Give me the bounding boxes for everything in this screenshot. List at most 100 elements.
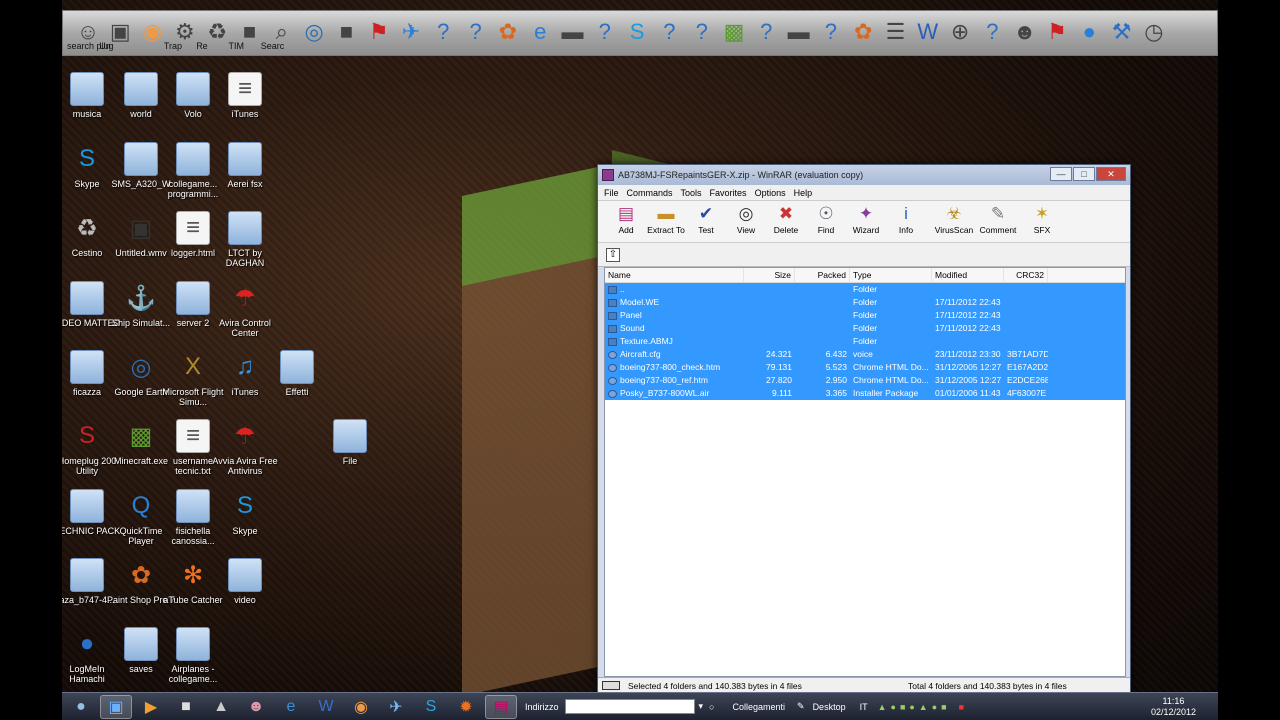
chrome-task-icon[interactable]: ◉	[345, 695, 377, 719]
ie-task-icon[interactable]: e	[275, 695, 307, 719]
dock-search-icon[interactable]: ⌕ Searc	[261, 15, 297, 51]
dock-red-flag-icon[interactable]: ⚑	[1042, 15, 1072, 49]
dock-question-icon[interactable]: ?	[590, 15, 620, 49]
language-indicator[interactable]: IT	[860, 702, 868, 712]
file-modified-cell: 31/12/2005 12:27	[935, 375, 1002, 385]
airplane-task-icon[interactable]: ✈	[380, 695, 412, 719]
desktop-icon-itunes[interactable]: ≡ iTunes	[210, 72, 280, 119]
menu-file[interactable]: File	[604, 188, 619, 198]
file-row[interactable]: Texture.ABMJ Folder	[605, 335, 1125, 348]
view-button[interactable]: ◎ View	[726, 203, 766, 235]
col-type[interactable]: Type	[850, 268, 932, 282]
go-icon[interactable]: ○	[709, 702, 714, 712]
links-label[interactable]: Collegamenti	[732, 702, 785, 712]
close-button[interactable]: ✕	[1096, 167, 1126, 181]
media-task-icon[interactable]: ▶	[135, 695, 167, 719]
file-row[interactable]: Model.WE Folder 17/11/2012 22:43	[605, 296, 1125, 309]
desktop-toolbar-icon[interactable]: ✎	[797, 701, 805, 712]
dock-word-icon[interactable]: W	[913, 15, 943, 49]
menu-favorites[interactable]: Favorites	[710, 188, 747, 198]
wizard-button[interactable]: ✦ Wizard	[846, 203, 886, 235]
dock-question-icon[interactable]: ?	[751, 15, 781, 49]
desktop-icon-file[interactable]: File	[315, 419, 385, 466]
dock-question-icon[interactable]: ?	[428, 15, 458, 49]
file-row[interactable]: Sound Folder 17/11/2012 22:43	[605, 322, 1125, 335]
title-bar[interactable]: AB738MJ-FSRepaintsGER-X.zip - WinRAR (ev…	[598, 165, 1130, 185]
dock-airplane-icon[interactable]: ✈	[396, 15, 426, 49]
clock[interactable]: 11:16 02/12/2012	[1151, 696, 1196, 718]
address-input[interactable]	[564, 699, 695, 714]
desktop-icon-aerei-fsx[interactable]: Aerei fsx	[210, 142, 280, 189]
comment-button[interactable]: ✎ Comment	[976, 203, 1020, 235]
dock-palette-icon[interactable]: ✿	[848, 15, 878, 49]
file-row[interactable]: .. Folder	[605, 283, 1125, 296]
dock-google-earth-icon[interactable]: ◎	[299, 15, 329, 49]
dock-minecraft-icon[interactable]: ▩	[719, 15, 749, 49]
dock-palette-icon[interactable]: ✿	[493, 15, 523, 49]
col-crc32[interactable]: CRC32	[1004, 268, 1048, 282]
dock-skype-icon[interactable]: S	[622, 15, 652, 49]
dock-person-icon[interactable]: ☻	[1010, 15, 1040, 49]
skype-task-icon[interactable]: S	[415, 695, 447, 719]
dock-monitor-icon[interactable]: ▣ Un	[99, 15, 135, 51]
menu-tools[interactable]: Tools	[681, 188, 702, 198]
dock-ie-icon[interactable]: e	[525, 15, 555, 49]
col-packed[interactable]: Packed	[795, 268, 850, 282]
dock-document-icon[interactable]: ☰	[881, 15, 911, 49]
extract-to-button[interactable]: ▬ Extract To	[646, 203, 686, 235]
desktop-icon-effetti[interactable]: Effetti	[262, 350, 332, 397]
dock-question-icon[interactable]: ?	[654, 15, 684, 49]
desktop-icon-skype[interactable]: S Skype	[210, 489, 280, 536]
desktop-icon-avvia-avira-free-antivirus[interactable]: ☂ Avvia Avira Free Antivirus	[210, 419, 280, 477]
dock-wrench-icon[interactable]: ⚒	[1107, 15, 1137, 49]
tray-icons[interactable]: ▲●■●▲●■	[878, 702, 951, 712]
col-modified[interactable]: Modified	[932, 268, 1004, 282]
file-row[interactable]: boeing737-800_ref.htm 27.820 2.950 Chrome H…	[605, 374, 1125, 387]
file-row[interactable]: boeing737-800_check.htm 79.131 5.523 Chrome…	[605, 361, 1125, 374]
add-button[interactable]: ▤ Add	[606, 203, 646, 235]
delete-button[interactable]: ✖ Delete	[766, 203, 806, 235]
dock-question-icon[interactable]: ?	[461, 15, 491, 49]
info-button[interactable]: i Info	[886, 203, 926, 235]
dock-ie-globe-icon[interactable]: ●	[1074, 15, 1104, 49]
sfx-button[interactable]: ✶ SFX	[1020, 203, 1064, 235]
dock-globe-icon[interactable]: ⊕	[945, 15, 975, 49]
menu-help[interactable]: Help	[794, 188, 813, 198]
desktop-label[interactable]: Desktop	[813, 702, 846, 712]
up-folder-icon[interactable]: ⇧	[606, 247, 620, 262]
start-button[interactable]: ●	[65, 695, 97, 719]
minimize-button[interactable]: —	[1050, 167, 1072, 181]
find-button[interactable]: ☉ Find	[806, 203, 846, 235]
desktop-icon-ltct-by-daghan[interactable]: LTCT by DAGHAN	[210, 211, 280, 268]
word-task-icon[interactable]: W	[310, 695, 342, 719]
finder-task-icon[interactable]: ▣	[100, 694, 132, 719]
winrar-task-icon[interactable]: ▤	[485, 694, 517, 719]
maximize-button[interactable]: □	[1073, 167, 1095, 181]
menu-options[interactable]: Options	[755, 188, 786, 198]
virusscan-button[interactable]: ☣ VirusScan	[932, 203, 976, 235]
dock-question-icon[interactable]: ?	[816, 15, 846, 49]
dock-folder-icon[interactable]: ▬	[784, 15, 814, 49]
person-task-icon[interactable]: ☻	[240, 695, 272, 719]
desktop-icon-airplanes-collegame[interactable]: Airplanes - collegame...	[158, 627, 228, 684]
dock-red-flag-icon[interactable]: ⚑	[364, 15, 394, 49]
col-size[interactable]: Size	[744, 268, 795, 282]
desktop-icon-avira-control-center[interactable]: ☂ Avira Control Center	[210, 281, 280, 339]
dock-folder-icon[interactable]: ▬	[558, 15, 588, 49]
menu-commands[interactable]: Commands	[627, 188, 673, 198]
atube-task-icon[interactable]: ✹	[450, 695, 482, 719]
file-row[interactable]: Panel Folder 17/11/2012 22:43	[605, 309, 1125, 322]
col-name[interactable]: Name	[605, 268, 744, 282]
file-row[interactable]: Posky_B737-800WL.air 9.111 3.365 Installer …	[605, 387, 1125, 400]
docs-task-icon[interactable]: ■	[170, 695, 202, 719]
test-button[interactable]: ✔ Test	[686, 203, 726, 235]
dock-clock-icon[interactable]: ◷	[1139, 15, 1169, 49]
dock-question-icon[interactable]: ?	[977, 15, 1007, 49]
ship-task-icon[interactable]: ▲	[205, 695, 237, 719]
desktop-icon-video[interactable]: video	[210, 558, 280, 605]
address-dropdown-icon[interactable]: ▾	[699, 701, 704, 712]
dock-block-icon[interactable]: ■	[331, 15, 361, 49]
avira-tray-icon[interactable]: ■	[959, 702, 964, 712]
dock-question-icon[interactable]: ?	[687, 15, 717, 49]
file-row[interactable]: Aircraft.cfg 24.321 6.432 voice 23/11/2012 2…	[605, 348, 1125, 361]
